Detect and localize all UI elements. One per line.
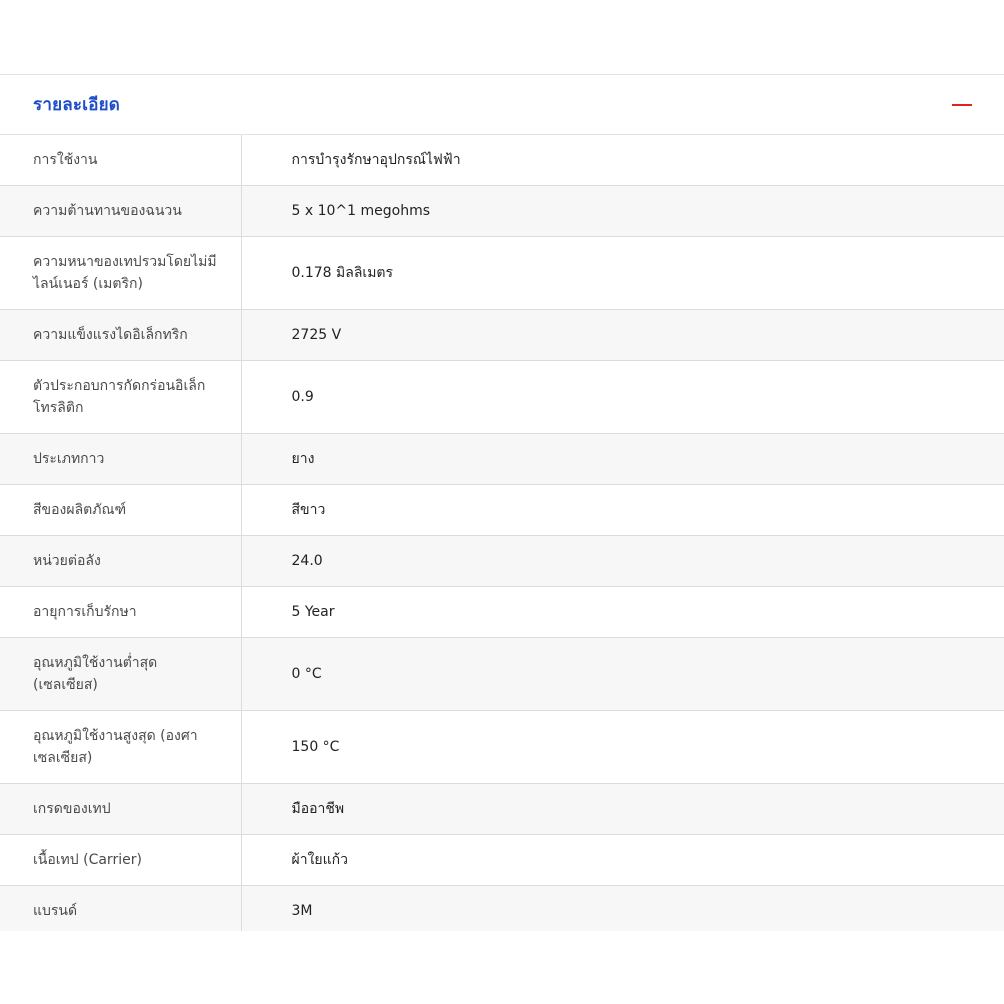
- spec-label: หน่วยต่อลัง: [0, 535, 242, 587]
- spec-value: 2725 V: [291, 327, 342, 343]
- spec-row: การใช้งาน การบำรุงรักษาอุปกรณ์ไฟฟ้า: [0, 135, 1004, 186]
- spec-row: แบรนด์ 3M: [0, 885, 1004, 931]
- spec-value: สีขาว: [291, 502, 326, 518]
- collapse-button[interactable]: [952, 95, 972, 115]
- spec-label: อุณหภูมิใช้งานต่ำสุด (เซลเซียส): [0, 637, 242, 711]
- spec-label: สีของผลิตภัณฑ์: [0, 484, 242, 536]
- spec-label: ความหนาของเทปรวมโดยไม่มีไลน์เนอร์ (เมตริ…: [0, 236, 242, 310]
- spec-label: การใช้งาน: [0, 135, 242, 186]
- spec-value: 0.9: [291, 389, 314, 405]
- spec-label: ตัวประกอบการกัดกร่อนอิเล็กโทรลิติก: [0, 360, 242, 434]
- spec-label: อายุการเก็บรักษา: [0, 586, 242, 638]
- spec-value: มืออาชีพ: [291, 801, 345, 817]
- spec-value: 24.0: [291, 553, 323, 569]
- spec-row: ประเภทกาว ยาง: [0, 433, 1004, 485]
- page: รายละเอียด การใช้งาน การบำรุงรักษาอุปกรณ…: [0, 0, 1004, 1004]
- spec-value: 5 x 10^1 megohms: [291, 203, 431, 219]
- spec-row: อุณหภูมิใช้งานต่ำสุด (เซลเซียส) 0 °C: [0, 637, 1004, 711]
- spec-row: สีของผลิตภัณฑ์ สีขาว: [0, 484, 1004, 536]
- spec-label: ความแข็งแรงไดอิเล็กทริก: [0, 309, 242, 361]
- spec-row: เนื้อเทป (Carrier) ผ้าใยแก้ว: [0, 834, 1004, 886]
- spec-table: การใช้งาน การบำรุงรักษาอุปกรณ์ไฟฟ้า ความ…: [0, 135, 1004, 931]
- spec-row: ตัวประกอบการกัดกร่อนอิเล็กโทรลิติก 0.9: [0, 360, 1004, 434]
- details-section: รายละเอียด การใช้งาน การบำรุงรักษาอุปกรณ…: [0, 74, 1004, 931]
- minus-icon: [952, 103, 972, 106]
- spec-value: 0.178 มิลลิเมตร: [291, 265, 394, 281]
- spec-label: แบรนด์: [0, 885, 242, 931]
- spec-label: เกรดของเทป: [0, 783, 242, 835]
- spec-row: ความต้านทานของฉนวน 5 x 10^1 megohms: [0, 185, 1004, 237]
- spec-value: 5 Year: [291, 604, 335, 620]
- spec-value: 150 °C: [291, 739, 340, 755]
- spec-value: ยาง: [291, 451, 315, 467]
- spec-value: การบำรุงรักษาอุปกรณ์ไฟฟ้า: [291, 152, 461, 168]
- spec-row: เกรดของเทป มืออาชีพ: [0, 783, 1004, 835]
- spec-value: 0 °C: [291, 666, 322, 682]
- spec-label: ความต้านทานของฉนวน: [0, 185, 242, 237]
- spec-value: 3M: [291, 903, 313, 919]
- section-title: รายละเอียด: [33, 95, 121, 115]
- spec-row: ความหนาของเทปรวมโดยไม่มีไลน์เนอร์ (เมตริ…: [0, 236, 1004, 310]
- spec-label: ประเภทกาว: [0, 433, 242, 485]
- spec-row: ความแข็งแรงไดอิเล็กทริก 2725 V: [0, 309, 1004, 361]
- spec-value: ผ้าใยแก้ว: [291, 852, 348, 868]
- spec-row: หน่วยต่อลัง 24.0: [0, 535, 1004, 587]
- details-header[interactable]: รายละเอียด: [0, 75, 1004, 135]
- spec-label: เนื้อเทป (Carrier): [0, 834, 242, 886]
- spec-label: อุณหภูมิใช้งานสูงสุด (องศาเซลเซียส): [0, 710, 242, 784]
- spec-row: อายุการเก็บรักษา 5 Year: [0, 586, 1004, 638]
- spec-row: อุณหภูมิใช้งานสูงสุด (องศาเซลเซียส) 150 …: [0, 710, 1004, 784]
